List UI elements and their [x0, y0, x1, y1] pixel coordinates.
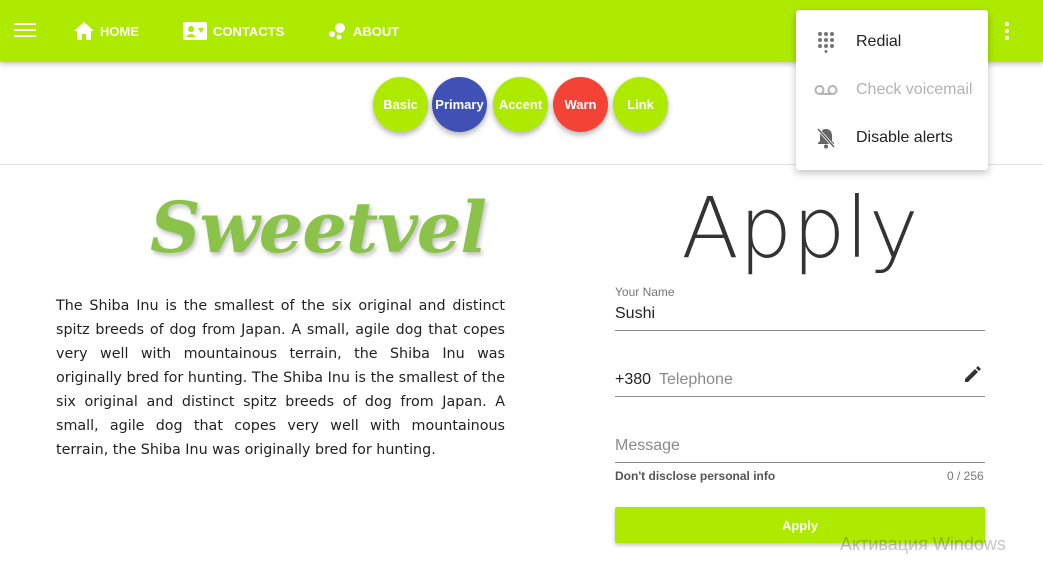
message-field[interactable]: Message [615, 437, 680, 455]
menu-item-redial[interactable]: Redial [796, 18, 988, 66]
overflow-menu: Redial Check voicemail Disable alerts [796, 10, 988, 170]
basic-button[interactable]: Basic [373, 77, 428, 132]
contact-card-icon [183, 22, 207, 40]
name-field[interactable]: Sushi [615, 305, 655, 323]
edit-icon[interactable] [962, 363, 984, 385]
primary-button[interactable]: Primary [432, 77, 487, 132]
site-logo: Sweetvel [150, 186, 487, 269]
name-field-label: Your Name [615, 285, 675, 299]
menu-item-check-voicemail: Check voicemail [796, 66, 988, 114]
nav-contacts[interactable]: CONTACTS [183, 0, 284, 62]
nav-home[interactable]: HOME [74, 0, 139, 62]
voicemail-icon [814, 78, 838, 102]
phone-prefix: +380 [615, 371, 652, 388]
more-vertical-icon[interactable] [1000, 20, 1014, 42]
phone-field[interactable]: Telephone [659, 371, 733, 389]
dialpad-icon [814, 30, 838, 54]
message-hint: Don't disclose personal info [615, 469, 776, 483]
nav-about-label: ABOUT [353, 23, 400, 39]
form-title: Apply [681, 179, 919, 277]
notifications-off-icon [814, 126, 838, 150]
message-field-underline [615, 462, 985, 463]
bubbles-icon [327, 22, 347, 40]
menu-item-check-voicemail-label: Check voicemail [856, 81, 973, 98]
accent-button[interactable]: Accent [493, 77, 548, 132]
home-icon [74, 22, 94, 40]
nav-about[interactable]: ABOUT [327, 0, 399, 62]
phone-field-underline [615, 396, 985, 397]
message-counter: 0 / 256 [947, 469, 984, 483]
windows-activation-watermark: Активация Windows [840, 534, 1006, 554]
menu-item-disable-alerts[interactable]: Disable alerts [796, 114, 988, 162]
nav-home-label: HOME [100, 23, 139, 39]
name-field-underline [615, 330, 985, 331]
description-paragraph: The Shiba Inu is the smallest of the six… [56, 298, 505, 458]
link-button[interactable]: Link [613, 77, 668, 132]
warn-button[interactable]: Warn [553, 77, 608, 132]
nav-contacts-label: CONTACTS [213, 23, 285, 39]
hamburger-menu-icon[interactable] [14, 21, 36, 41]
menu-item-redial-label: Redial [856, 33, 902, 50]
menu-item-disable-alerts-label: Disable alerts [856, 129, 953, 146]
